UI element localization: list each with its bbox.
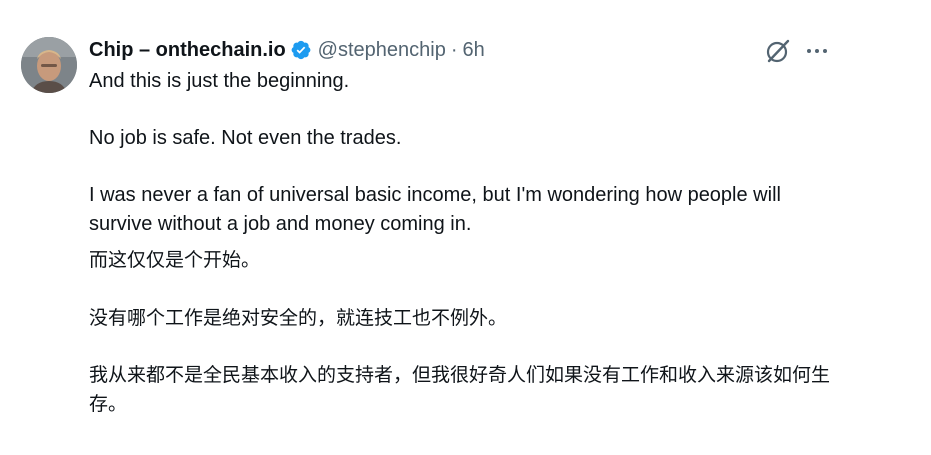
- tweet-text: And this is just the beginning. No job i…: [89, 67, 849, 419]
- tweet-text-zh-line-3: 我从来都不是全民基本收入的支持者，但我很好奇人们如果没有工作和收入来源该如何生存…: [89, 364, 831, 415]
- tweet-text-en-line-1: And this is just the beginning.: [89, 70, 350, 92]
- avatar-image: [21, 37, 77, 93]
- more-icon[interactable]: [804, 41, 830, 61]
- verified-badge-icon[interactable]: [290, 39, 312, 61]
- grok-icon[interactable]: [764, 37, 792, 65]
- timestamp[interactable]: 6h: [463, 39, 485, 62]
- display-name[interactable]: Chip – onthechain.io: [89, 39, 286, 62]
- tweet-text-zh-line-2: 没有哪个工作是绝对安全的，就连技工也不例外。: [89, 306, 508, 329]
- separator-dot: ·: [450, 38, 458, 61]
- tweet-text-zh-line-1: 而这仅仅是个开始。: [89, 249, 261, 271]
- tweet-text-en-line-2: No job is safe. Not even the trades.: [89, 127, 402, 149]
- handle[interactable]: @stephenchip: [318, 39, 446, 62]
- avatar[interactable]: [21, 37, 77, 93]
- tweet: Chip – onthechain.io @stephenchip · 6h A…: [0, 0, 931, 455]
- tweet-text-en-line-3: I was never a fan of universal basic inc…: [89, 184, 781, 235]
- tweet-translation: 而这仅仅是个开始。 没有哪个工作是绝对安全的，就连技工也不例外。 我从来都不是全…: [89, 246, 849, 419]
- tweet-header: Chip – onthechain.io @stephenchip · 6h: [89, 37, 485, 63]
